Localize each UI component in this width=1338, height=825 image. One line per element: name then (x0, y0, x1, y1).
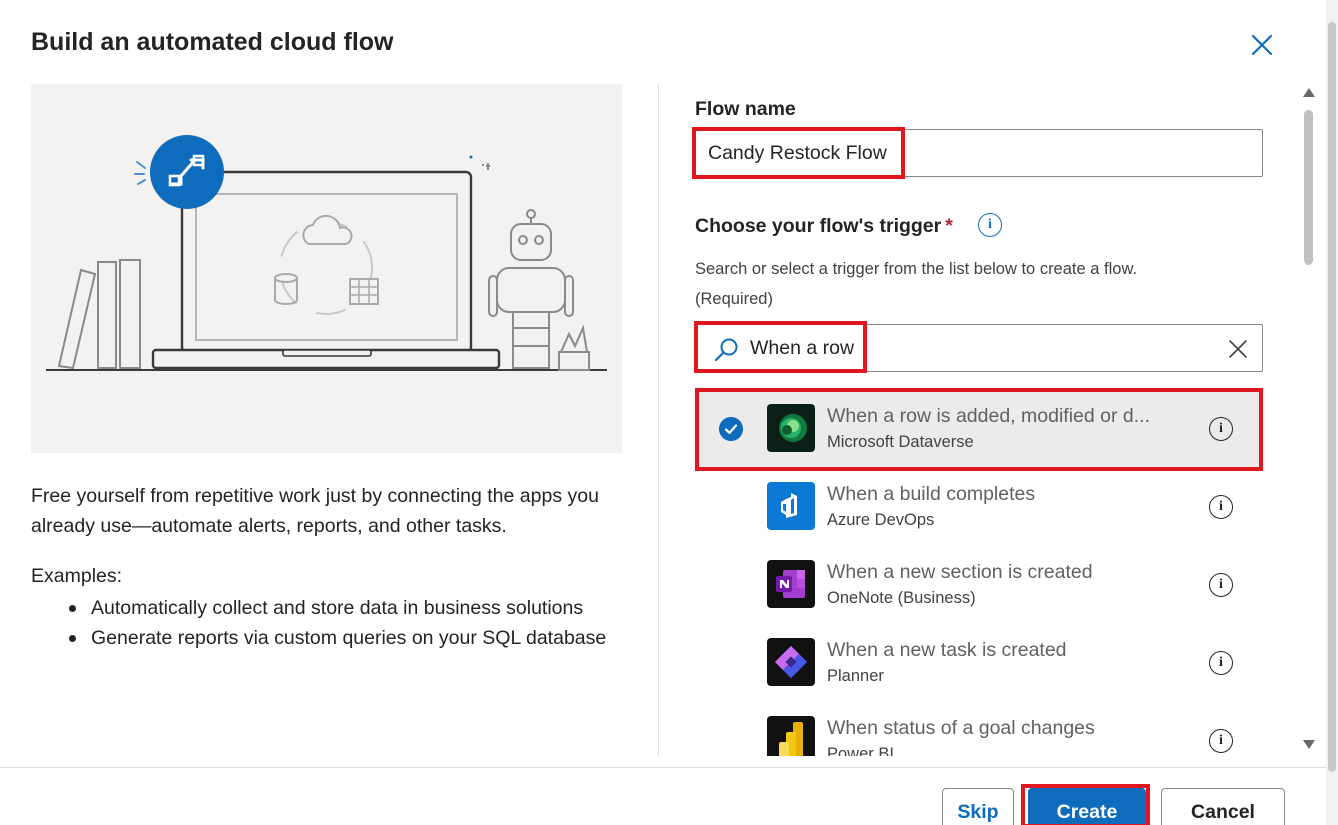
flow-name-input[interactable] (695, 129, 1263, 177)
trigger-info-icon[interactable]: i (1209, 495, 1233, 519)
cancel-button[interactable]: Cancel (1161, 788, 1285, 825)
flow-name-label: Flow name (695, 98, 796, 120)
trigger-info-icon[interactable]: i (1209, 417, 1233, 441)
planner-icon (767, 638, 815, 686)
trigger-search-input[interactable] (750, 325, 1210, 371)
onenote-icon (767, 560, 815, 608)
trigger-item-onenote[interactable]: When a new section is created OneNote (B… (695, 546, 1263, 624)
pane-divider (658, 84, 659, 756)
page-scroll-thumb[interactable] (1328, 22, 1336, 772)
scroll-thumb[interactable] (1304, 110, 1313, 265)
trigger-list-scrollbar[interactable] (1300, 84, 1316, 756)
page-scrollbar[interactable] (1326, 0, 1338, 825)
example-item: Automatically collect and store data in … (69, 593, 631, 623)
required-mark: * (945, 215, 953, 237)
description-text: Free yourself from repetitive work just … (31, 485, 599, 537)
create-button[interactable]: Create (1028, 788, 1146, 825)
trigger-title: When a row is added, modified or d... (827, 405, 1150, 427)
trigger-item-dataverse[interactable]: When a row is added, modified or d... Mi… (695, 390, 1263, 468)
trigger-item-azure-devops[interactable]: When a build completes Azure DevOps i (695, 468, 1263, 546)
trigger-hint-text: Search or select a trigger from the list… (695, 260, 1138, 278)
search-icon (714, 338, 738, 362)
trigger-title: When a build completes (827, 483, 1036, 505)
trigger-connector: Azure DevOps (827, 511, 935, 529)
trigger-info-icon[interactable]: i (978, 213, 1002, 237)
close-icon[interactable] (1248, 31, 1276, 59)
trigger-item-power-bi[interactable]: When status of a goal changes Power BI i (695, 702, 1263, 756)
dataverse-icon (767, 404, 815, 452)
clear-search-icon[interactable] (1228, 339, 1248, 359)
trigger-title: When a new task is created (827, 639, 1067, 661)
trigger-title: When status of a goal changes (827, 717, 1095, 739)
trigger-label-text: Choose your flow's trigger (695, 215, 942, 237)
trigger-info-icon[interactable]: i (1209, 729, 1233, 753)
scroll-down-arrow-icon[interactable] (1303, 740, 1315, 749)
laptop-illustration (46, 135, 607, 371)
skip-button[interactable]: Skip (942, 788, 1014, 825)
dialog-footer: Skip Create Cancel (0, 767, 1326, 825)
trigger-connector: Microsoft Dataverse (827, 433, 974, 451)
trigger-item-planner[interactable]: When a new task is created Planner i (695, 624, 1263, 702)
example-item: Generate reports via custom queries on y… (69, 623, 631, 653)
scroll-up-arrow-icon[interactable] (1303, 88, 1315, 97)
dialog-title: Build an automated cloud flow (31, 28, 394, 56)
trigger-hint: Search or select a trigger from the list… (695, 254, 1255, 314)
azure-devops-icon (767, 482, 815, 530)
examples-label: Examples: (31, 565, 123, 587)
right-pane: Flow name Choose your flow's trigger* i … (695, 84, 1305, 756)
trigger-connector: Planner (827, 667, 884, 685)
trigger-connector: OneNote (Business) (827, 589, 976, 607)
flow-illustration (31, 84, 622, 453)
trigger-connector: Power BI (827, 745, 894, 756)
trigger-list: When a row is added, modified or d... Mi… (695, 390, 1263, 756)
examples-list: Automatically collect and store data in … (69, 593, 631, 653)
trigger-title: When a new section is created (827, 561, 1093, 583)
selected-check-icon (719, 417, 743, 441)
trigger-label: Choose your flow's trigger * (695, 215, 953, 238)
trigger-search-box[interactable] (695, 324, 1263, 372)
trigger-hint-required: (Required) (695, 290, 773, 308)
power-bi-icon (767, 716, 815, 756)
trigger-info-icon[interactable]: i (1209, 573, 1233, 597)
trigger-info-icon[interactable]: i (1209, 651, 1233, 675)
